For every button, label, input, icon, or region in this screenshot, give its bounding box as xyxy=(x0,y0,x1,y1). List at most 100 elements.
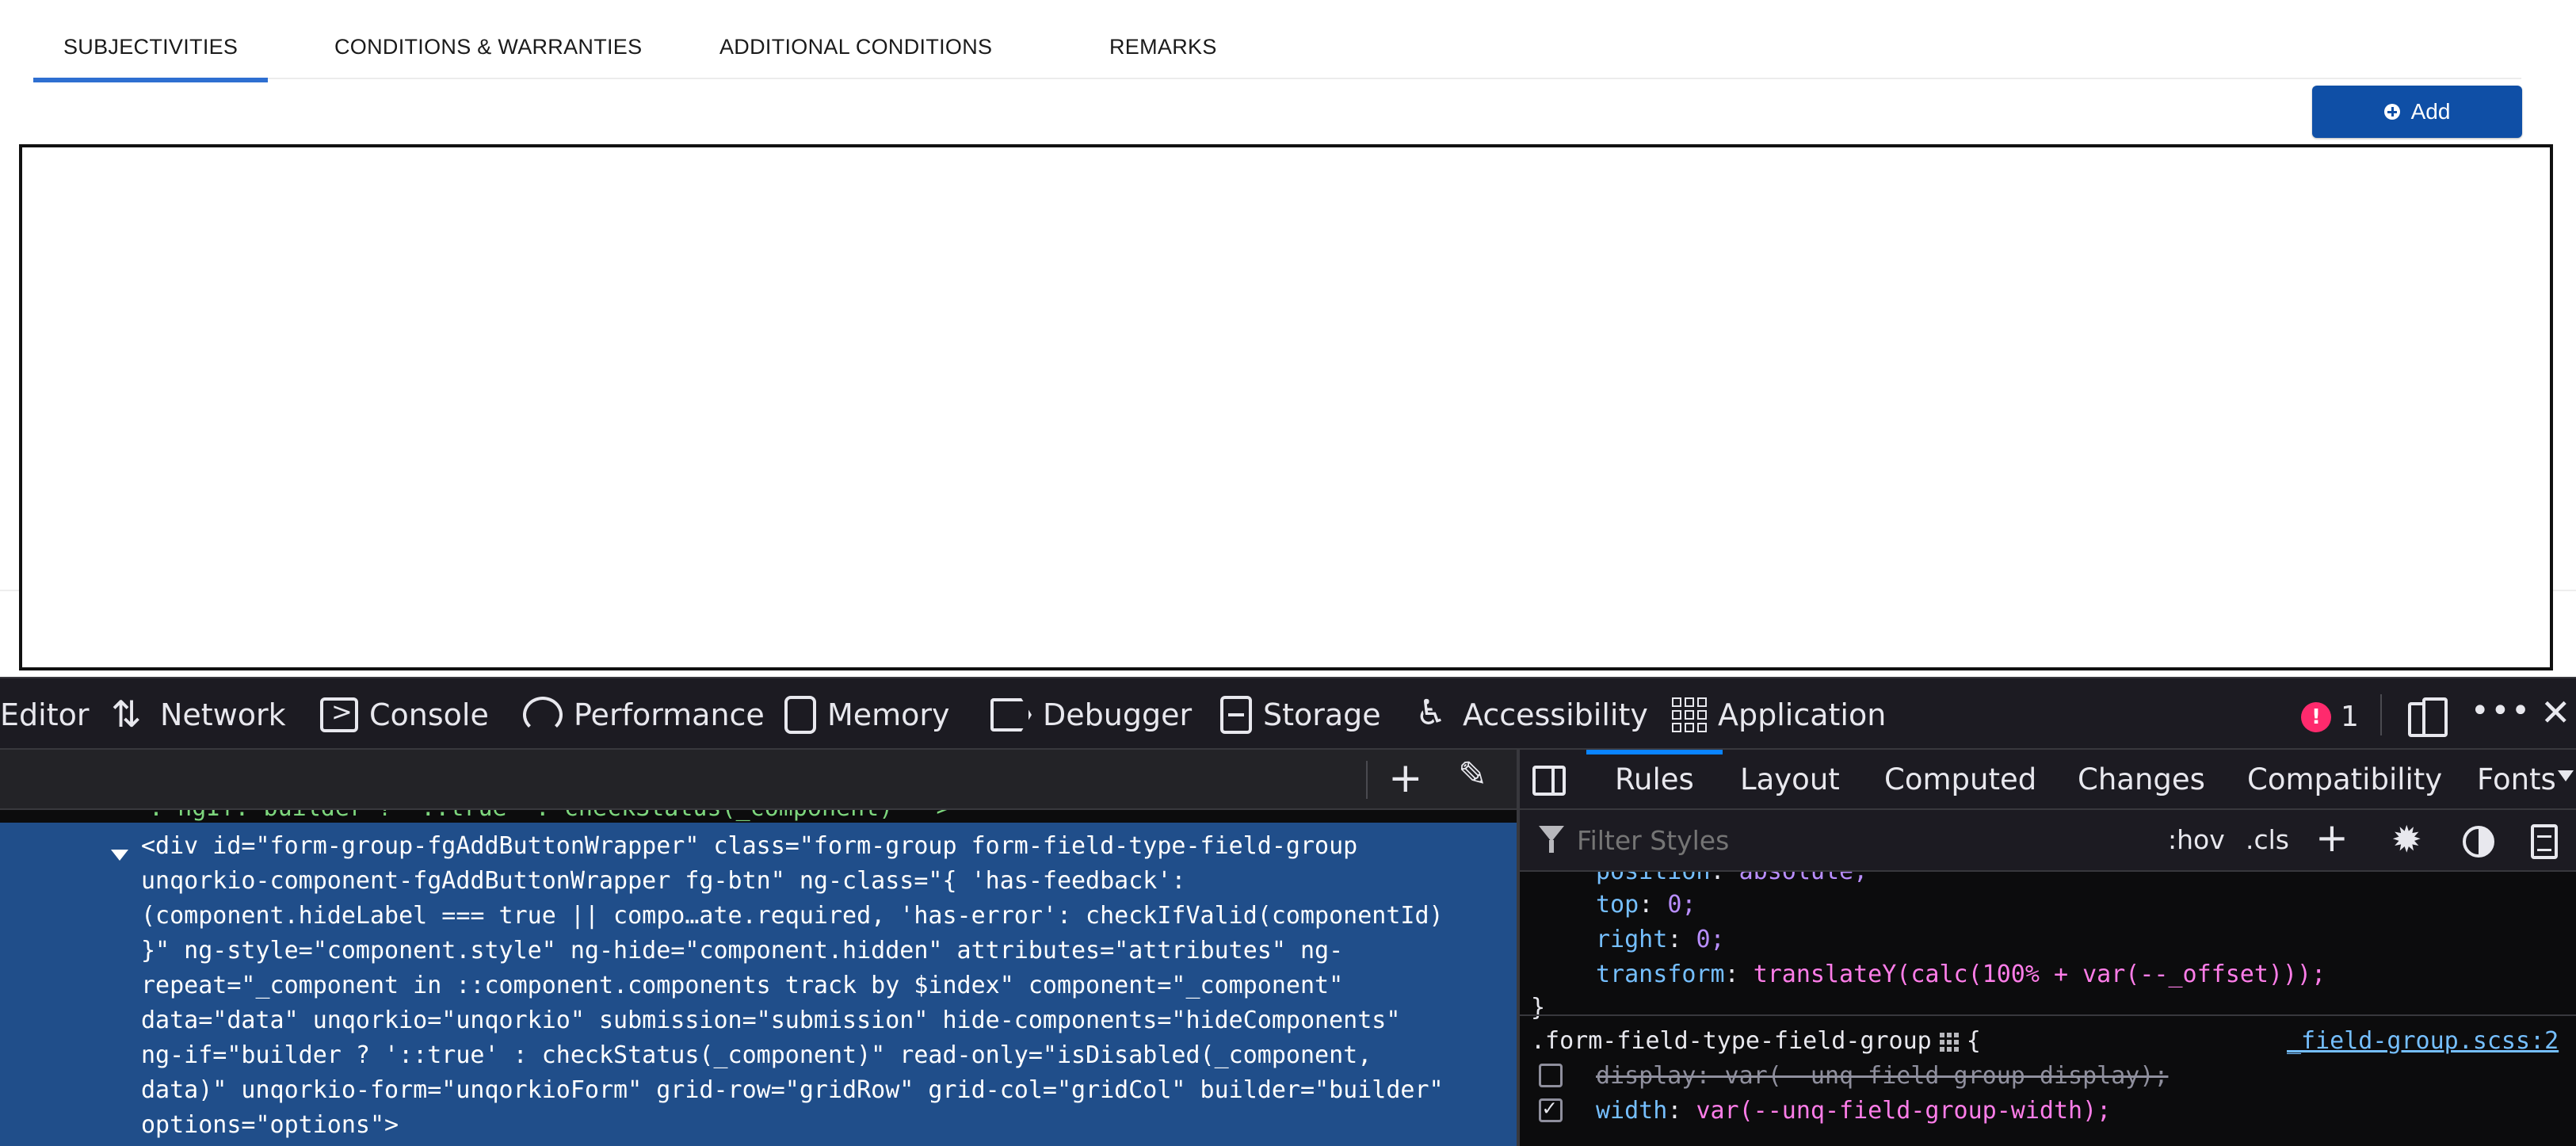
app-page: SUBJECTIVITIES CONDITIONS & WARRANTIES A… xyxy=(0,0,2576,677)
close-icon[interactable]: ✕ xyxy=(2540,691,2571,734)
property-value: absolute; xyxy=(1739,872,1868,885)
source-link[interactable]: _field-group.scss:2 xyxy=(2287,1027,2559,1055)
property-value: var(--unq-field-group-width); xyxy=(1696,1097,2112,1125)
tool-debugger[interactable]: Debugger xyxy=(990,696,1192,734)
add-button[interactable]: Add xyxy=(2312,86,2522,138)
tool-label: Performance xyxy=(574,697,765,732)
tool-label: Memory xyxy=(827,697,950,732)
eyedropper-icon[interactable]: ✎ xyxy=(1458,754,1487,795)
selected-node[interactable]: <div id="form-group-fgAddButtonWrapper" … xyxy=(0,823,1517,1146)
cls-button[interactable]: .cls xyxy=(2246,824,2289,855)
markup-line: data)" unqorkio-form="unqorkioForm" grid… xyxy=(141,1076,1444,1104)
rules-view[interactable]: position: absolute; top: 0; right: 0; tr… xyxy=(1520,872,2576,1146)
error-count-badge[interactable]: ! 1 xyxy=(2301,701,2359,733)
markup-line: unqorkio-component-fgAddButtonWrapper fg… xyxy=(141,867,1186,895)
tab-fonts[interactable]: Fonts xyxy=(2477,762,2556,796)
filter-bar: :hov .cls + xyxy=(1520,810,2576,872)
tab-conditions-warranties[interactable]: CONDITIONS & WARRANTIES xyxy=(334,35,642,59)
markup-line: repeat="_component in ::component.compon… xyxy=(141,972,1344,999)
plus-circle-icon xyxy=(2383,104,2400,120)
rules-tab-bar: Rules Layout Computed Changes Compatibil… xyxy=(1520,750,2576,810)
performance-icon xyxy=(523,697,563,733)
storage-icon xyxy=(1220,696,1252,734)
light-mode-icon[interactable] xyxy=(2391,818,2426,861)
tab-rules[interactable]: Rules xyxy=(1586,750,1723,796)
tool-label: Application xyxy=(1718,697,1887,732)
declaration-checkbox[interactable] xyxy=(1539,1094,1563,1122)
tool-network[interactable]: Network xyxy=(111,693,286,735)
tool-label: Network xyxy=(160,697,286,732)
tab-remarks[interactable]: REMARKS xyxy=(1109,35,1217,59)
rule-declaration: position: absolute; xyxy=(1596,872,1868,885)
toggle-sidebar-icon[interactable] xyxy=(1532,766,1566,796)
rule-declaration: transform: translateY(calc(100% + var(--… xyxy=(1596,961,2326,988)
tool-label: Debugger xyxy=(1043,697,1193,732)
devtools-toolbar: Editor Network Console Performance Memor… xyxy=(0,677,2576,750)
tool-application[interactable]: Application xyxy=(1672,696,1886,734)
tool-accessibility[interactable]: Accessibility xyxy=(1414,693,1648,734)
tab-layout[interactable]: Layout xyxy=(1740,762,1840,796)
chevron-down-icon[interactable] xyxy=(2558,770,2574,781)
print-media-icon[interactable] xyxy=(2531,824,2558,859)
tool-editor[interactable]: Editor xyxy=(0,696,89,734)
tab-bar: SUBJECTIVITIES CONDITIONS & WARRANTIES A… xyxy=(32,0,2521,82)
add-button-label: Add xyxy=(2410,99,2451,124)
filter-styles-input[interactable] xyxy=(1575,824,2054,857)
markup-line: data="data" unqorkio="unqorkio" submissi… xyxy=(141,1007,1401,1034)
error-icon: ! xyxy=(2301,701,2331,732)
inspector-toolbar: + ✎ xyxy=(0,750,1517,810)
property-value: 0; xyxy=(1696,926,1725,953)
highlighted-field-group xyxy=(19,144,2553,670)
rule-open-brace: { xyxy=(1966,1027,1981,1055)
declaration-checkbox[interactable] xyxy=(1539,1064,1563,1087)
tab-computed[interactable]: Computed xyxy=(1884,762,2036,796)
responsive-design-icon[interactable] xyxy=(2405,696,2448,737)
expand-toggle-icon[interactable] xyxy=(111,850,128,861)
overridden-declaration: display: var(--unq-field-group-display); xyxy=(1596,1062,2169,1090)
property-value: 0; xyxy=(1667,891,1696,919)
property-name: width xyxy=(1596,1097,1668,1125)
markup-line: }" ng-style="component.style" ng-hide="c… xyxy=(141,937,1344,965)
tab-subjectivities[interactable]: SUBJECTIVITIES xyxy=(32,35,269,82)
property-name: position xyxy=(1596,872,1711,885)
selector-text: .form-field-type-field-group xyxy=(1531,1027,1932,1055)
property-name: top xyxy=(1596,891,1639,919)
memory-icon xyxy=(784,696,816,734)
rule-declaration: width: var(--unq-field-group-width); xyxy=(1596,1097,2112,1125)
toolbar-separator xyxy=(1366,761,1368,799)
markup-view[interactable]: ": ngIf: builder ? '::true' : checkStatu… xyxy=(0,810,1517,1146)
rule-separator xyxy=(1520,1014,2576,1016)
tab-changes[interactable]: Changes xyxy=(2078,762,2205,796)
property-value: translateY(calc(100% + var(--_offset))); xyxy=(1753,961,2326,988)
tool-performance[interactable]: Performance xyxy=(523,696,765,734)
rule-selector: .form-field-type-field-group { xyxy=(1531,1027,1981,1055)
filter-icon xyxy=(1539,826,1564,853)
tool-label: Storage xyxy=(1263,697,1381,732)
property-name: transform xyxy=(1596,961,1725,988)
markup-line: (component.hideLabel === true || compo…a… xyxy=(141,902,1444,930)
rule-declaration: top: 0; xyxy=(1596,891,1696,919)
divider xyxy=(0,590,19,591)
network-icon xyxy=(111,693,149,735)
accessibility-icon xyxy=(1414,693,1452,733)
rule-declaration: right: 0; xyxy=(1596,926,1725,953)
debugger-icon xyxy=(990,698,1032,732)
tool-label: Editor xyxy=(0,697,90,732)
tab-additional-conditions[interactable]: ADDITIONAL CONDITIONS xyxy=(719,35,992,59)
hov-button[interactable]: :hov xyxy=(2168,824,2225,855)
grid-overlay-icon[interactable] xyxy=(1939,1032,1959,1052)
tool-memory[interactable]: Memory xyxy=(784,696,950,734)
markup-line: <div id="form-group-fgAddButtonWrapper" … xyxy=(141,832,1358,860)
more-options-icon[interactable]: ••• xyxy=(2471,693,2532,729)
tool-storage[interactable]: Storage xyxy=(1220,696,1381,734)
add-rule-icon[interactable]: + xyxy=(2315,815,2349,861)
add-node-icon[interactable]: + xyxy=(1388,754,1423,802)
tab-compatibility[interactable]: Compatibility xyxy=(2247,762,2442,796)
divider xyxy=(2551,590,2576,591)
tool-console[interactable]: Console xyxy=(320,696,489,734)
contrast-icon[interactable] xyxy=(2463,826,2494,858)
devtools-panel: Editor Network Console Performance Memor… xyxy=(0,677,2576,1146)
markup-line: ng-if="builder ? '::true' : checkStatus(… xyxy=(141,1041,1372,1069)
console-icon xyxy=(320,697,358,732)
rule-close-brace: } xyxy=(1531,994,1546,1022)
